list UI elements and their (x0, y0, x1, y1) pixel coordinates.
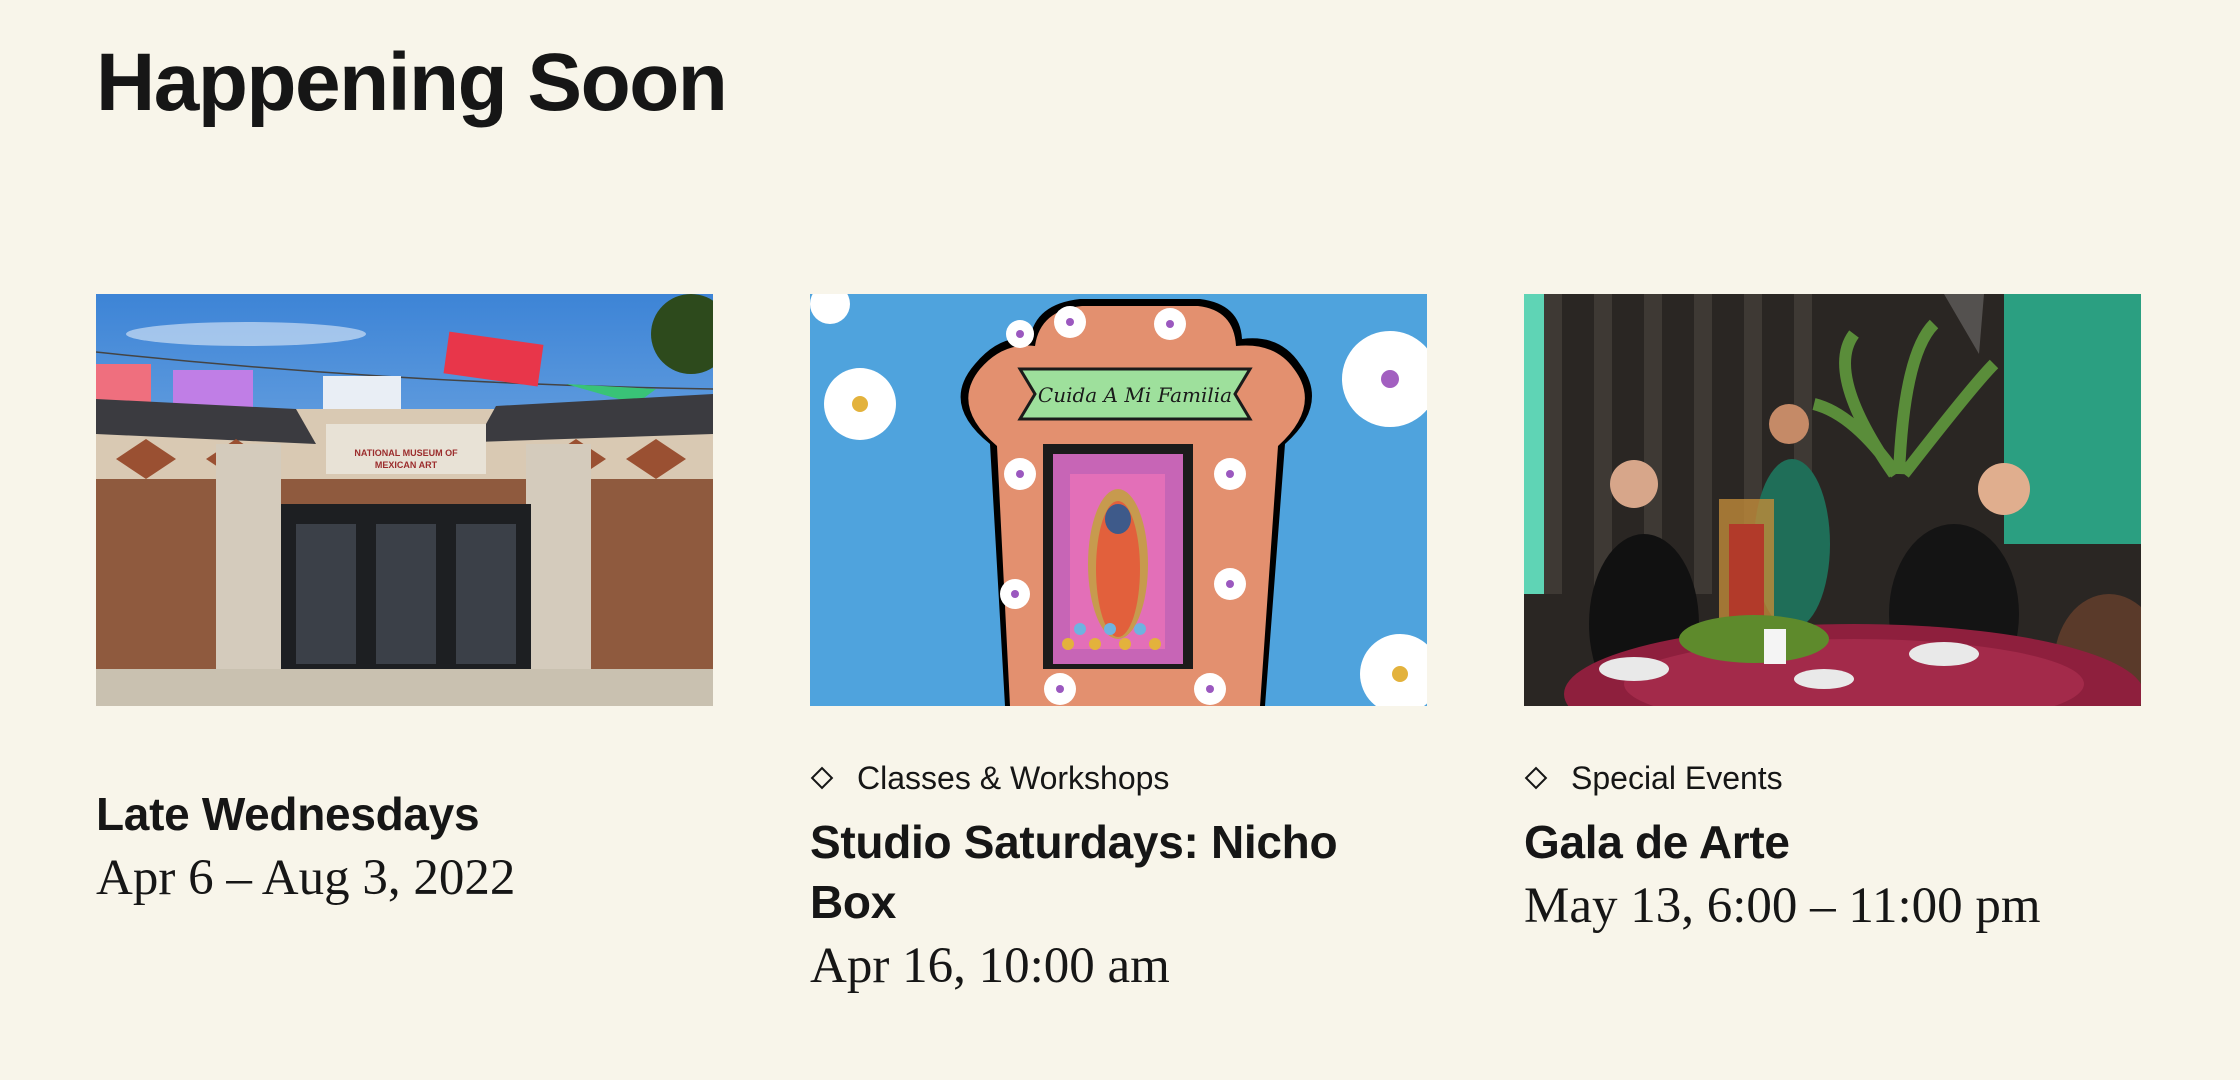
nicho-banner-text: Cuida A Mi Familia (1038, 383, 1232, 407)
section-title: Happening Soon (96, 37, 728, 128)
event-image-gala-dinner[interactable] (1524, 294, 2141, 706)
event-category: Special Events (1524, 758, 2141, 798)
event-date: Apr 16, 10:00 am (810, 938, 1170, 994)
diamond-outline-icon (1524, 766, 1548, 790)
event-card-studio-saturdays[interactable]: Cuida A Mi Familia Classes & Workshops S… (810, 294, 1427, 996)
event-date: May 13, 6:00 – 11:00 pm (1524, 878, 2041, 934)
event-title[interactable]: Studio Saturdays: Nicho Box (810, 812, 1427, 932)
event-category: Classes & Workshops (810, 758, 1427, 798)
event-title[interactable]: Gala de Arte (1524, 812, 2141, 872)
museum-sign-line1: NATIONAL MUSEUM OF (354, 448, 458, 458)
event-date: Apr 6 – Aug 3, 2022 (96, 850, 516, 906)
event-card-late-wednesdays[interactable]: NATIONAL MUSEUM OF MEXICAN ART Late Wedn… (96, 294, 713, 908)
event-title[interactable]: Late Wednesdays (96, 784, 713, 844)
event-category-label: Classes & Workshops (857, 760, 1170, 796)
event-category-label: Special Events (1571, 760, 1783, 796)
event-card-gala-de-arte[interactable]: Special Events Gala de Arte May 13, 6:00… (1524, 294, 2141, 936)
museum-sign-line2: MEXICAN ART (375, 460, 438, 470)
event-image-museum-facade[interactable]: NATIONAL MUSEUM OF MEXICAN ART (96, 294, 713, 706)
diamond-outline-icon (810, 766, 834, 790)
event-image-nicho-box[interactable]: Cuida A Mi Familia (810, 294, 1427, 706)
